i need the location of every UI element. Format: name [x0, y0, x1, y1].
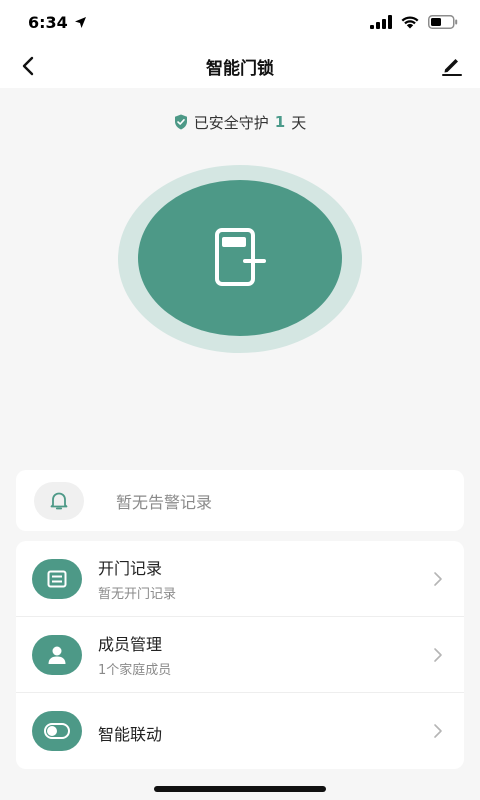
guard-prefix: 已安全守护 [193, 113, 269, 132]
battery-icon [428, 15, 458, 29]
unlock-button[interactable] [138, 180, 342, 336]
wifi-icon [401, 16, 419, 29]
item-icon-wrap [32, 559, 82, 599]
chevron-right-icon [434, 648, 442, 662]
member-management-item[interactable]: 成员管理 1个家庭成员 [16, 617, 464, 693]
item-title: 开门记录 [98, 559, 163, 578]
pencil-icon [442, 59, 462, 76]
chevron-right-icon [434, 724, 442, 738]
page-title: 智能门锁 [206, 58, 274, 79]
alert-icon-wrap [34, 482, 84, 520]
record-icon [47, 570, 67, 588]
toggle-icon [44, 723, 70, 739]
home-indicator[interactable] [154, 786, 326, 792]
guard-status: 已安全守护 1 天 [0, 108, 480, 136]
item-title: 成员管理 [98, 635, 163, 654]
chevron-left-icon [22, 56, 34, 76]
status-time-text: 6:34 [28, 12, 68, 32]
status-bar: 6:34 [0, 0, 480, 44]
back-button[interactable] [14, 52, 42, 80]
nav-bar: 智能门锁 [0, 44, 480, 88]
location-arrow-icon [74, 16, 86, 28]
bell-icon [50, 492, 68, 510]
door-lock-icon [215, 228, 266, 286]
unlock-record-item[interactable]: 开门记录 暂无开门记录 [16, 541, 464, 617]
edit-button[interactable] [438, 52, 466, 80]
item-icon-wrap [32, 635, 82, 675]
item-subtitle: 1个家庭成员 [98, 663, 172, 678]
item-title: 智能联动 [98, 725, 163, 744]
item-subtitle: 暂无开门记录 [98, 587, 177, 602]
guard-suffix: 天 [291, 113, 307, 132]
smart-linkage-item[interactable]: 智能联动 [16, 693, 464, 769]
alert-text: 暂无告警记录 [116, 493, 213, 512]
item-icon-wrap [32, 711, 82, 751]
guard-days: 1 [274, 113, 286, 131]
shield-check-icon [174, 114, 187, 130]
signal-icon [370, 15, 392, 29]
alert-card[interactable]: 暂无告警记录 [16, 470, 464, 531]
status-icons [370, 15, 458, 29]
person-icon [48, 646, 66, 664]
chevron-right-icon [434, 572, 442, 586]
feature-list: 开门记录 暂无开门记录 成员管理 1个家庭成员 智能联动 [16, 541, 464, 769]
status-time: 6:34 [28, 13, 87, 32]
